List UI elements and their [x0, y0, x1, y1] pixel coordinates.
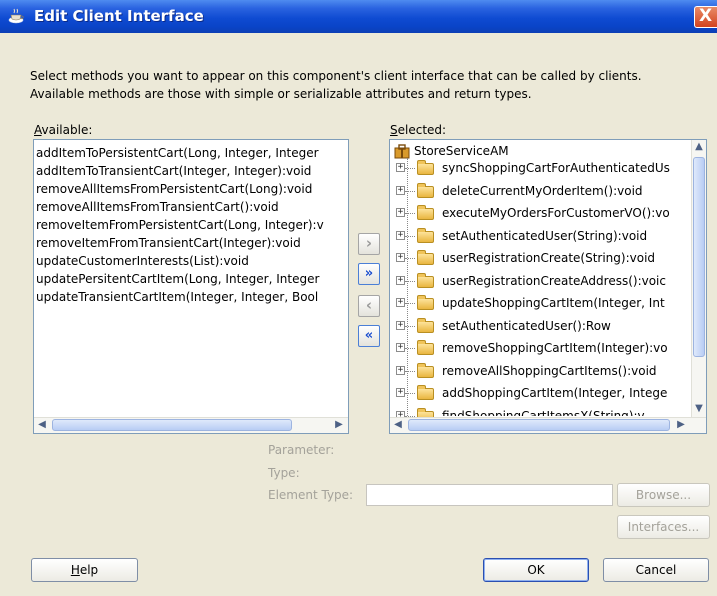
list-item[interactable]: removeItemFromPersistentCart(Long, Integ… — [36, 216, 324, 234]
close-icon: X — [699, 6, 713, 26]
tree-connector — [405, 280, 415, 282]
scroll-right-icon[interactable]: ▶ — [674, 418, 688, 432]
element-type-label: Element Type: — [268, 488, 354, 502]
instructions-text: Select methods you want to appear on thi… — [30, 67, 710, 103]
ok-button[interactable]: OK — [483, 558, 589, 582]
list-item[interactable]: removeItemFromTransientCart(Integer):voi… — [36, 234, 301, 252]
plus-icon[interactable]: + — [396, 298, 405, 307]
tree-item[interactable]: setAuthenticatedUser(String):void — [442, 226, 690, 246]
list-item[interactable]: removeAllItemsFromPersistentCart(Long):v… — [36, 180, 312, 198]
available-label: Available: — [34, 123, 93, 137]
folder-icon — [417, 385, 434, 400]
selected-label: Selected: — [390, 123, 447, 137]
cancel-button[interactable]: Cancel — [603, 558, 709, 582]
element-type-field[interactable] — [366, 484, 613, 506]
help-button[interactable]: Help — [31, 558, 138, 582]
plus-icon[interactable]: + — [396, 208, 405, 217]
tree-item[interactable]: userRegistrationCreateAddress():voic — [442, 271, 690, 291]
application-module-icon — [394, 144, 410, 159]
tree-guide-line — [407, 158, 408, 416]
plus-icon[interactable]: + — [396, 320, 405, 330]
scroll-thumb[interactable] — [52, 419, 292, 431]
list-item[interactable]: addItemToPersistentCart(Long, Integer, I… — [36, 144, 319, 162]
type-label: Type: — [268, 466, 300, 480]
folder-icon — [417, 272, 434, 288]
folder-icon — [417, 160, 434, 175]
plus-icon[interactable]: + — [396, 185, 405, 195]
window-title: Edit Client Interface — [34, 7, 204, 25]
folder-icon — [417, 295, 434, 310]
list-item[interactable]: updatePersitentCartItem(Long, Integer, I… — [36, 270, 319, 288]
tree-item[interactable]: userRegistrationCreate(String):void — [442, 248, 690, 268]
scroll-thumb[interactable] — [408, 419, 670, 431]
available-horizontal-scrollbar[interactable]: ◀ ▶ — [34, 417, 348, 433]
tree-connector — [405, 235, 415, 237]
tree-item[interactable]: updateShoppingCartItem(Integer, Int — [442, 293, 690, 313]
selected-vertical-scrollbar[interactable]: ▲ ▼ — [691, 140, 706, 417]
scroll-left-icon[interactable]: ◀ — [35, 418, 49, 432]
instructions-line-1: Select methods you want to appear on thi… — [30, 69, 642, 83]
folder-icon — [417, 227, 434, 243]
scroll-up-icon[interactable]: ▲ — [692, 140, 706, 154]
list-item[interactable]: updateCustomerInterests(List):void — [36, 252, 249, 270]
tree-item[interactable]: removeShoppingCartItem(Integer):vo — [442, 338, 690, 358]
list-item[interactable]: updateTransientCartItem(Integer, Integer… — [36, 288, 318, 306]
instructions-line-2: Available methods are those with simple … — [30, 87, 532, 101]
tree-connector — [405, 393, 415, 394]
tree-connector — [405, 370, 415, 372]
tree-connector — [405, 190, 415, 192]
parameter-label: Parameter: — [268, 443, 335, 457]
plus-icon[interactable]: + — [396, 365, 405, 375]
add-selected-button[interactable]: › — [358, 233, 380, 255]
plus-icon[interactable]: + — [396, 343, 405, 352]
tree-item[interactable]: addShoppingCartItem(Integer, Intege — [442, 383, 690, 403]
folder-icon — [417, 317, 434, 333]
add-all-button[interactable]: » — [358, 263, 380, 285]
title-bar[interactable]: Edit Client Interface X — [0, 0, 717, 33]
tree-item[interactable]: removeAllShoppingCartItems():void — [442, 361, 690, 381]
plus-icon[interactable]: + — [396, 388, 405, 397]
plus-icon[interactable]: + — [396, 275, 405, 285]
selected-horizontal-scrollbar[interactable]: ◀ ▶ — [390, 417, 706, 433]
plus-icon[interactable]: + — [396, 163, 405, 172]
tree-item[interactable]: setAuthenticatedUser():Row — [442, 316, 690, 336]
list-item[interactable]: removeAllItemsFromTransientCart():void — [36, 198, 279, 216]
scroll-down-icon[interactable]: ▼ — [692, 402, 706, 416]
tree-connector — [405, 258, 415, 259]
scroll-left-icon[interactable]: ◀ — [391, 418, 405, 432]
list-item[interactable]: addItemToTransientCart(Integer, Integer)… — [36, 162, 311, 180]
tree-connector — [405, 168, 415, 169]
coffee-cup-icon — [8, 8, 24, 24]
folder-icon — [417, 340, 434, 355]
plus-icon[interactable]: + — [396, 253, 405, 262]
interfaces-button[interactable]: Interfaces... — [617, 515, 710, 539]
tree-item[interactable]: executeMyOrdersForCustomerVO():vo — [442, 203, 690, 223]
remove-all-button[interactable]: « — [358, 325, 380, 347]
tree-item[interactable]: deleteCurrentMyOrderItem():void — [442, 181, 690, 201]
close-button[interactable]: X — [694, 6, 717, 28]
folder-icon — [417, 205, 434, 220]
folder-icon — [417, 182, 434, 198]
tree-connector — [405, 213, 415, 214]
tree-connector — [405, 348, 415, 349]
scroll-thumb[interactable] — [693, 157, 705, 357]
plus-icon[interactable]: + — [396, 230, 405, 240]
tree-item[interactable]: syncShoppingCartForAuthenticatedUs — [442, 158, 690, 178]
folder-icon — [417, 362, 434, 378]
remove-selected-button[interactable]: ‹ — [358, 295, 380, 317]
scroll-right-icon[interactable]: ▶ — [332, 418, 346, 432]
tree-item[interactable]: findShoppingCartItemsX(String):v — [442, 406, 690, 416]
browse-button[interactable]: Browse... — [617, 483, 710, 507]
folder-icon — [417, 250, 434, 265]
tree-connector — [405, 325, 415, 327]
available-methods-list[interactable]: addItemToPersistentCart(Long, Integer, I… — [33, 139, 349, 434]
tree-connector — [405, 303, 415, 304]
